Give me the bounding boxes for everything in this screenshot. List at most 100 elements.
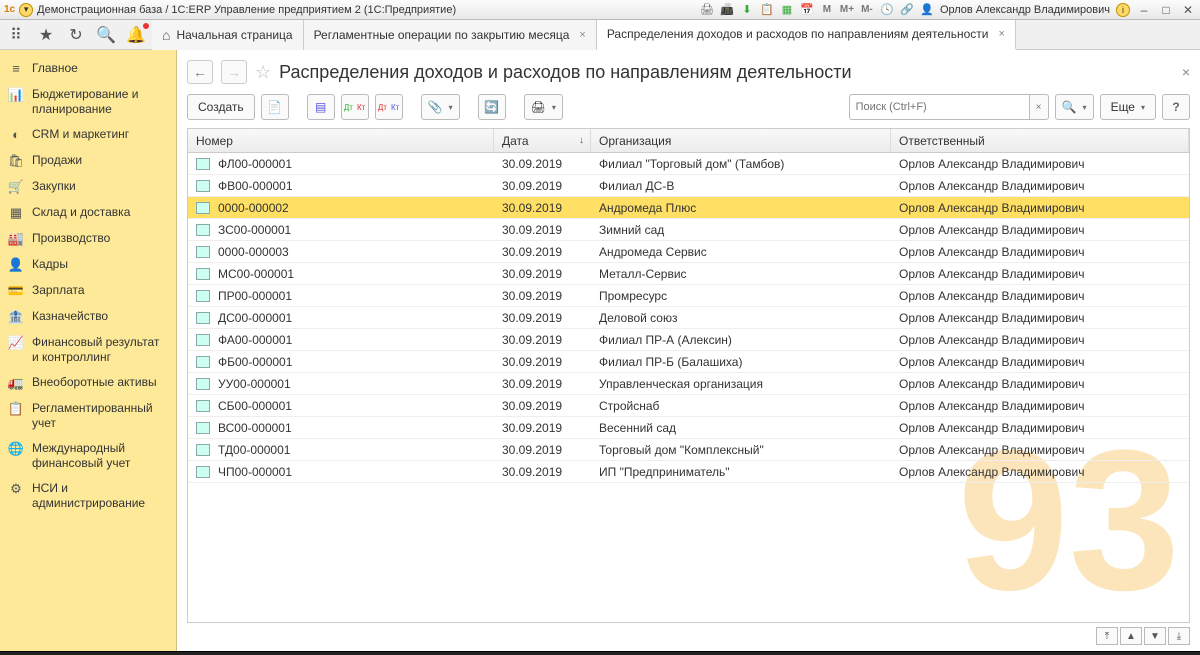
tab-home[interactable]: ⌂ Начальная страница <box>152 20 304 50</box>
table-row[interactable]: ЧП00-00000130.09.2019ИП "Предприниматель… <box>188 461 1189 483</box>
nav-up-button[interactable]: ▲ <box>1120 627 1142 645</box>
table-row[interactable]: ВС00-00000130.09.2019Весенний садОрлов А… <box>188 417 1189 439</box>
sidebar-item-7[interactable]: 👤Кадры <box>0 252 176 278</box>
help-button[interactable]: ? <box>1162 94 1190 120</box>
sidebar-item-9[interactable]: 🏦Казначейство <box>0 304 176 330</box>
table-row[interactable]: ФА00-00000130.09.2019Филиал ПР-А (Алекси… <box>188 329 1189 351</box>
page-close-button[interactable]: × <box>1182 64 1190 80</box>
tab-distribution[interactable]: Распределения доходов и расходов по напр… <box>597 20 1016 50</box>
cell-num: ЗС00-000001 <box>218 223 291 237</box>
nav-forward-button[interactable]: → <box>221 60 247 84</box>
sidebar-item-5[interactable]: ▦Склад и доставка <box>0 200 176 226</box>
cell-org: Филиал ПР-Б (Балашиха) <box>591 355 891 369</box>
doc-icon <box>196 224 210 236</box>
table-row[interactable]: УУ00-00000130.09.2019Управленческая орга… <box>188 373 1189 395</box>
table-row[interactable]: ДС00-00000130.09.2019Деловой союзОрлов А… <box>188 307 1189 329</box>
col-date[interactable]: Дата <box>494 129 591 152</box>
nav-last-button[interactable]: ⤓ <box>1168 627 1190 645</box>
clock-icon[interactable]: 🕓 <box>880 3 894 17</box>
sidebar-item-11[interactable]: 🚛Внеоборотные активы <box>0 370 176 396</box>
table-row[interactable]: ФЛ00-00000130.09.2019Филиал "Торговый до… <box>188 153 1189 175</box>
history-icon[interactable]: ↻ <box>66 25 86 45</box>
sidebar-item-8[interactable]: 💳Зарплата <box>0 278 176 304</box>
table-row[interactable]: 0000-00000230.09.2019Андромеда ПлюсОрлов… <box>188 197 1189 219</box>
nav-first-button[interactable]: ⤒ <box>1096 627 1118 645</box>
info-icon[interactable]: i <box>1116 3 1130 17</box>
calendar-icon[interactable]: 📅 <box>800 3 814 17</box>
minimize-button[interactable]: – <box>1136 3 1152 17</box>
printer2-icon[interactable]: 📠 <box>720 3 734 17</box>
report-button[interactable]: ▤ <box>307 94 335 120</box>
search-icon[interactable]: 🔍 <box>96 25 116 45</box>
table-row[interactable]: 0000-00000330.09.2019Андромеда СервисОрл… <box>188 241 1189 263</box>
more-button[interactable]: Еще▾ <box>1100 94 1156 120</box>
tab-reg-ops[interactable]: Регламентные операции по закрытию месяца… <box>304 20 597 50</box>
sidebar-item-10[interactable]: 📈Финансовый результат и контроллинг <box>0 330 176 370</box>
sidebar-item-13[interactable]: 🌐Международный финансовый учет <box>0 436 176 476</box>
sidebar-item-14[interactable]: ⚙НСИ и администрирование <box>0 476 176 516</box>
table-row[interactable]: ФБ00-00000130.09.2019Филиал ПР-Б (Балаши… <box>188 351 1189 373</box>
m-minus-icon[interactable]: M- <box>860 3 874 17</box>
app-title: Демонстрационная база / 1С:ERP Управлени… <box>37 4 456 16</box>
table-row[interactable]: ФВ00-00000130.09.2019Филиал ДС-ВОрлов Ал… <box>188 175 1189 197</box>
user-name[interactable]: Орлов Александр Владимирович <box>940 4 1110 16</box>
col-resp[interactable]: Ответственный <box>891 129 1189 152</box>
search-input[interactable] <box>849 94 1029 120</box>
find-button[interactable]: 🔍▾ <box>1055 94 1094 120</box>
table-row[interactable]: ЗС00-00000130.09.2019Зимний садОрлов Але… <box>188 219 1189 241</box>
cell-date: 30.09.2019 <box>494 311 591 325</box>
nav-down-button[interactable]: ▼ <box>1144 627 1166 645</box>
close-icon[interactable]: × <box>579 29 585 41</box>
table-row[interactable]: ПР00-00000130.09.2019ПромресурсОрлов Але… <box>188 285 1189 307</box>
nav-label: Регламентированный учет <box>32 401 166 431</box>
copy-icon[interactable]: 📋 <box>760 3 774 17</box>
close-icon[interactable]: × <box>998 28 1004 40</box>
maximize-button[interactable]: □ <box>1158 3 1174 17</box>
copy-doc-button[interactable]: 📄 <box>261 94 289 120</box>
cell-org: Стройснаб <box>591 399 891 413</box>
cell-date: 30.09.2019 <box>494 289 591 303</box>
sidebar-item-1[interactable]: 📊Бюджетирование и планирование <box>0 82 176 122</box>
create-button[interactable]: Создать <box>187 94 255 120</box>
table-row[interactable]: МС00-00000130.09.2019Металл-СервисОрлов … <box>188 263 1189 285</box>
col-number[interactable]: Номер <box>188 129 494 152</box>
cell-date: 30.09.2019 <box>494 421 591 435</box>
dropdown-icon[interactable]: ▾ <box>19 3 33 17</box>
print-icon[interactable]: 🖨 <box>700 3 714 17</box>
sidebar-item-12[interactable]: 📋Регламентированный учет <box>0 396 176 436</box>
refresh-button[interactable]: 🔄 <box>478 94 506 120</box>
link-icon[interactable]: 🔗 <box>900 3 914 17</box>
save-icon[interactable]: ⬇ <box>740 3 754 17</box>
cell-resp: Орлов Александр Владимирович <box>891 421 1189 435</box>
cell-num: ТД00-000001 <box>218 443 290 457</box>
clear-search-button[interactable]: × <box>1029 94 1049 120</box>
table-row[interactable]: ТД00-00000130.09.2019Торговый дом "Компл… <box>188 439 1189 461</box>
doc-icon <box>196 422 210 434</box>
sidebar-item-2[interactable]: ◐CRM и маркетинг <box>0 122 176 148</box>
cell-num: ДС00-000001 <box>218 311 292 325</box>
dt-kt-button[interactable]: ДтКт <box>341 94 369 120</box>
tabbar: ⠿ ★ ↻ 🔍 🔔 ⌂ Начальная страница Регламент… <box>0 20 1200 50</box>
nav-icon: ⚙ <box>8 481 24 497</box>
close-button[interactable]: ✕ <box>1180 3 1196 17</box>
m-plus-icon[interactable]: M+ <box>840 3 854 17</box>
bell-icon[interactable]: 🔔 <box>126 25 146 45</box>
sidebar-item-6[interactable]: 🏭Производство <box>0 226 176 252</box>
apps-icon[interactable]: ⠿ <box>6 25 26 45</box>
nav-back-button[interactable]: ← <box>187 60 213 84</box>
print-button[interactable]: 🖨▾ <box>524 94 563 120</box>
m-icon[interactable]: M <box>820 3 834 17</box>
favorite-icon[interactable]: ☆ <box>255 62 271 83</box>
star-icon[interactable]: ★ <box>36 25 56 45</box>
sidebar-item-3[interactable]: 🛍Продажи <box>0 148 176 174</box>
sidebar-item-0[interactable]: ≡Главное <box>0 56 176 82</box>
cell-num: 0000-000003 <box>218 245 289 259</box>
table-row[interactable]: СБ00-00000130.09.2019СтройснабОрлов Алек… <box>188 395 1189 417</box>
dt-kt2-button[interactable]: ДтКт <box>375 94 403 120</box>
cell-org: Андромеда Сервис <box>591 245 891 259</box>
attach-button[interactable]: 📎▾ <box>421 94 460 120</box>
calc-icon[interactable]: ▦ <box>780 3 794 17</box>
cell-resp: Орлов Александр Владимирович <box>891 333 1189 347</box>
sidebar-item-4[interactable]: 🛒Закупки <box>0 174 176 200</box>
col-org[interactable]: Организация <box>591 129 891 152</box>
